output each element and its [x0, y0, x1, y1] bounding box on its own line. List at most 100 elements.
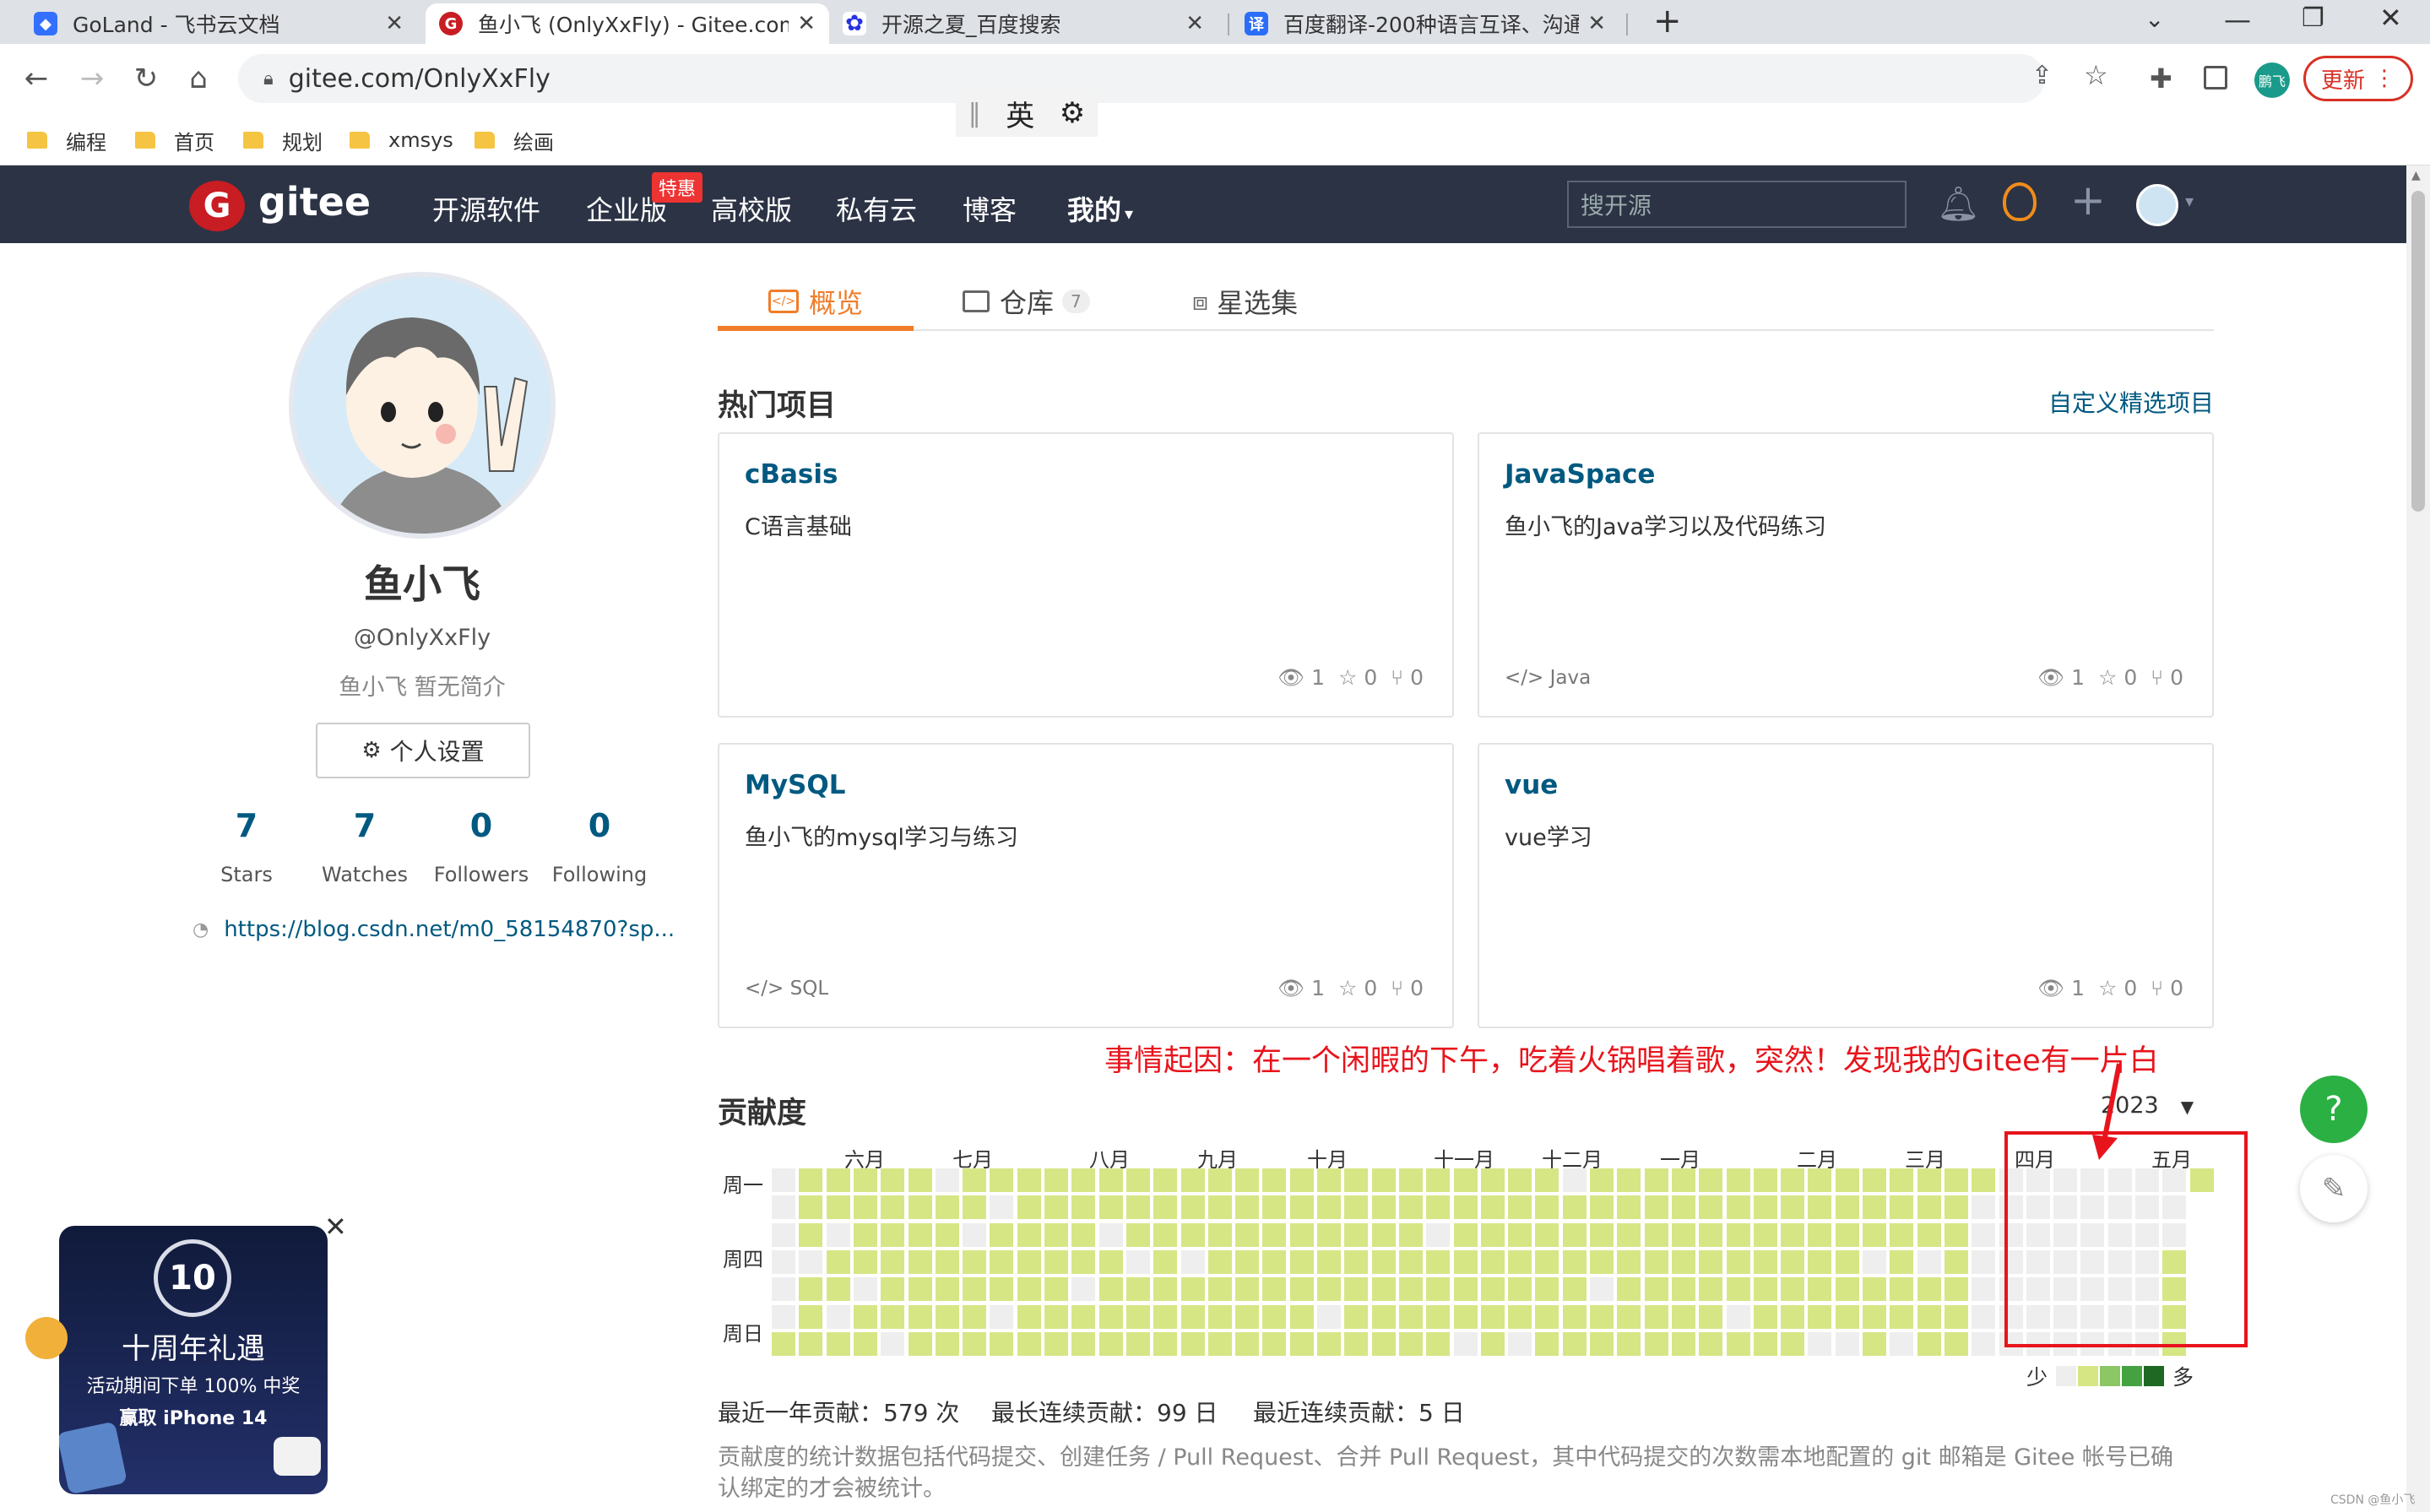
contribution-cell[interactable] [1835, 1195, 1859, 1220]
scroll-up-icon[interactable]: ▲ [2411, 169, 2421, 182]
contribution-cell[interactable] [799, 1249, 823, 1274]
contribution-cell[interactable] [1671, 1195, 1695, 1220]
contribution-cell[interactable] [1944, 1195, 1968, 1220]
contribution-cell[interactable] [1617, 1222, 1641, 1247]
contribution-cell[interactable] [1917, 1277, 1941, 1302]
contribution-cell[interactable] [1426, 1249, 1451, 1274]
feedback-edit-icon[interactable]: ✎ [2300, 1155, 2368, 1222]
project-card[interactable]: MySQL 鱼小飞的mysql学习与练习 </> SQL 👁︎ 1 ☆ 0 ⑂ … [718, 743, 1454, 1028]
gitee-logo-text[interactable]: gitee [258, 179, 371, 225]
contribution-cell[interactable] [1863, 1168, 1886, 1192]
contribution-cell[interactable] [1863, 1249, 1886, 1274]
contribution-cell[interactable] [1671, 1331, 1695, 1356]
contribution-cell[interactable] [1699, 1277, 1723, 1302]
contribution-cell[interactable] [1371, 1331, 1396, 1356]
personal-settings-button[interactable]: ⚙ 个人设置 [316, 723, 530, 778]
contribution-cell[interactable] [1126, 1249, 1150, 1274]
forward-icon[interactable]: → [73, 59, 111, 98]
address-bar[interactable]: 🔒︎ gitee.com/OnlyXxFly ⇪ ☆ [238, 54, 2108, 103]
contribution-cell[interactable] [1535, 1304, 1559, 1329]
contribution-cell[interactable] [1863, 1195, 1886, 1220]
contribution-cell[interactable] [1480, 1277, 1505, 1302]
contribution-cell[interactable] [1126, 1304, 1150, 1329]
contribution-cell[interactable] [1317, 1168, 1341, 1192]
contribution-cell[interactable] [1289, 1168, 1314, 1192]
contribution-cell[interactable] [1153, 1304, 1178, 1329]
contribution-cell[interactable] [1044, 1195, 1068, 1220]
contribution-cell[interactable] [1644, 1168, 1668, 1192]
contribution-cell[interactable] [1972, 1331, 1996, 1356]
contribution-cell[interactable] [908, 1222, 932, 1247]
contribution-cell[interactable] [1044, 1222, 1068, 1247]
contribution-cell[interactable] [1289, 1195, 1314, 1220]
contribution-cell[interactable] [1590, 1331, 1614, 1356]
contribution-cell[interactable] [1726, 1331, 1750, 1356]
contribution-cell[interactable] [1317, 1249, 1341, 1274]
contribution-cell[interactable] [1781, 1249, 1805, 1274]
contribution-cell[interactable] [1180, 1222, 1205, 1247]
contribution-cell[interactable] [963, 1222, 987, 1247]
project-name[interactable]: cBasis [745, 459, 838, 490]
contribution-cell[interactable] [1017, 1277, 1041, 1302]
contribution-cell[interactable] [826, 1304, 850, 1329]
browser-tab-active[interactable]: G 鱼小飞 (OnlyXxFly) - Gitee.com ✕ [426, 3, 829, 44]
contribution-cell[interactable] [1781, 1195, 1805, 1220]
contribution-cell[interactable] [1863, 1304, 1886, 1329]
contribution-cell[interactable] [1835, 1168, 1859, 1192]
contribution-cell[interactable] [1535, 1168, 1559, 1192]
contribution-cell[interactable] [1835, 1222, 1859, 1247]
contribution-cell[interactable] [1753, 1304, 1777, 1329]
contribution-cell[interactable] [1863, 1331, 1886, 1356]
contribution-cell[interactable] [1972, 1304, 1996, 1329]
followers-count[interactable]: 0 Followers [422, 807, 540, 886]
contribution-cell[interactable] [1207, 1331, 1232, 1356]
tab-search-chevron-icon[interactable]: ⌄ [2145, 5, 2164, 33]
contribution-cell[interactable] [1426, 1222, 1451, 1247]
contribution-cell[interactable] [1972, 1195, 1996, 1220]
contribution-cell[interactable] [1235, 1249, 1260, 1274]
contribution-cell[interactable] [935, 1331, 959, 1356]
contribution-cell[interactable] [1562, 1304, 1587, 1329]
tab-overview[interactable]: </> 概览 [768, 282, 863, 321]
contribution-cell[interactable] [1726, 1195, 1750, 1220]
contribution-cell[interactable] [1017, 1304, 1041, 1329]
contribution-cell[interactable] [1480, 1249, 1505, 1274]
scrollbar-thumb[interactable] [2411, 191, 2425, 512]
promo-banner[interactable]: 10 十周年礼遇 活动期间下单 100% 中奖 赢取 iPhone 14 [59, 1226, 328, 1494]
contribution-cell[interactable] [1917, 1222, 1941, 1247]
contribution-cell[interactable] [1699, 1168, 1723, 1192]
contribution-cell[interactable] [772, 1304, 795, 1329]
bell-icon[interactable]: 🔔︎ [1937, 184, 1980, 224]
contribution-cell[interactable] [1235, 1277, 1260, 1302]
contribution-cell[interactable] [1207, 1168, 1232, 1192]
gitee-logo-icon[interactable]: G [189, 181, 245, 231]
contribution-cell[interactable] [1071, 1222, 1096, 1247]
contribution-cell[interactable] [1426, 1331, 1451, 1356]
contribution-cell[interactable] [799, 1222, 823, 1247]
contribution-cell[interactable] [1917, 1249, 1941, 1274]
contribution-cell[interactable] [1317, 1331, 1341, 1356]
contribution-cell[interactable] [1753, 1249, 1777, 1274]
contribution-cell[interactable] [1726, 1277, 1750, 1302]
update-button[interactable]: 更新 ⋮ [2303, 56, 2413, 101]
contribution-cell[interactable] [1617, 1331, 1641, 1356]
project-card[interactable]: JavaSpace 鱼小飞的Java学习以及代码练习 </> Java 👁︎ 1… [1478, 432, 2214, 718]
contribution-cell[interactable] [1344, 1222, 1369, 1247]
project-name[interactable]: vue [1505, 770, 1558, 800]
contribution-cell[interactable] [1808, 1168, 1832, 1192]
bookmark-folder[interactable]: 编程 [27, 123, 106, 157]
contribution-cell[interactable] [1699, 1304, 1723, 1329]
contribution-cell[interactable] [1207, 1222, 1232, 1247]
contribution-cell[interactable] [1126, 1195, 1150, 1220]
home-icon[interactable]: ⌂ [179, 59, 218, 98]
contribution-cell[interactable] [1644, 1277, 1668, 1302]
contribution-cell[interactable] [1917, 1168, 1941, 1192]
contribution-cell[interactable] [1781, 1304, 1805, 1329]
browser-tab[interactable]: 译 百度翻译-200种语言互译、沟通全世界 ✕ [1231, 3, 1619, 44]
contribution-cell[interactable] [1562, 1168, 1587, 1192]
contribution-cell[interactable] [990, 1277, 1014, 1302]
contribution-cell[interactable] [935, 1277, 959, 1302]
browser-tab[interactable]: ◆ GoLand - 飞书云文档 ✕ [20, 3, 417, 44]
contribution-cell[interactable] [1671, 1304, 1695, 1329]
contribution-cell[interactable] [1126, 1168, 1150, 1192]
